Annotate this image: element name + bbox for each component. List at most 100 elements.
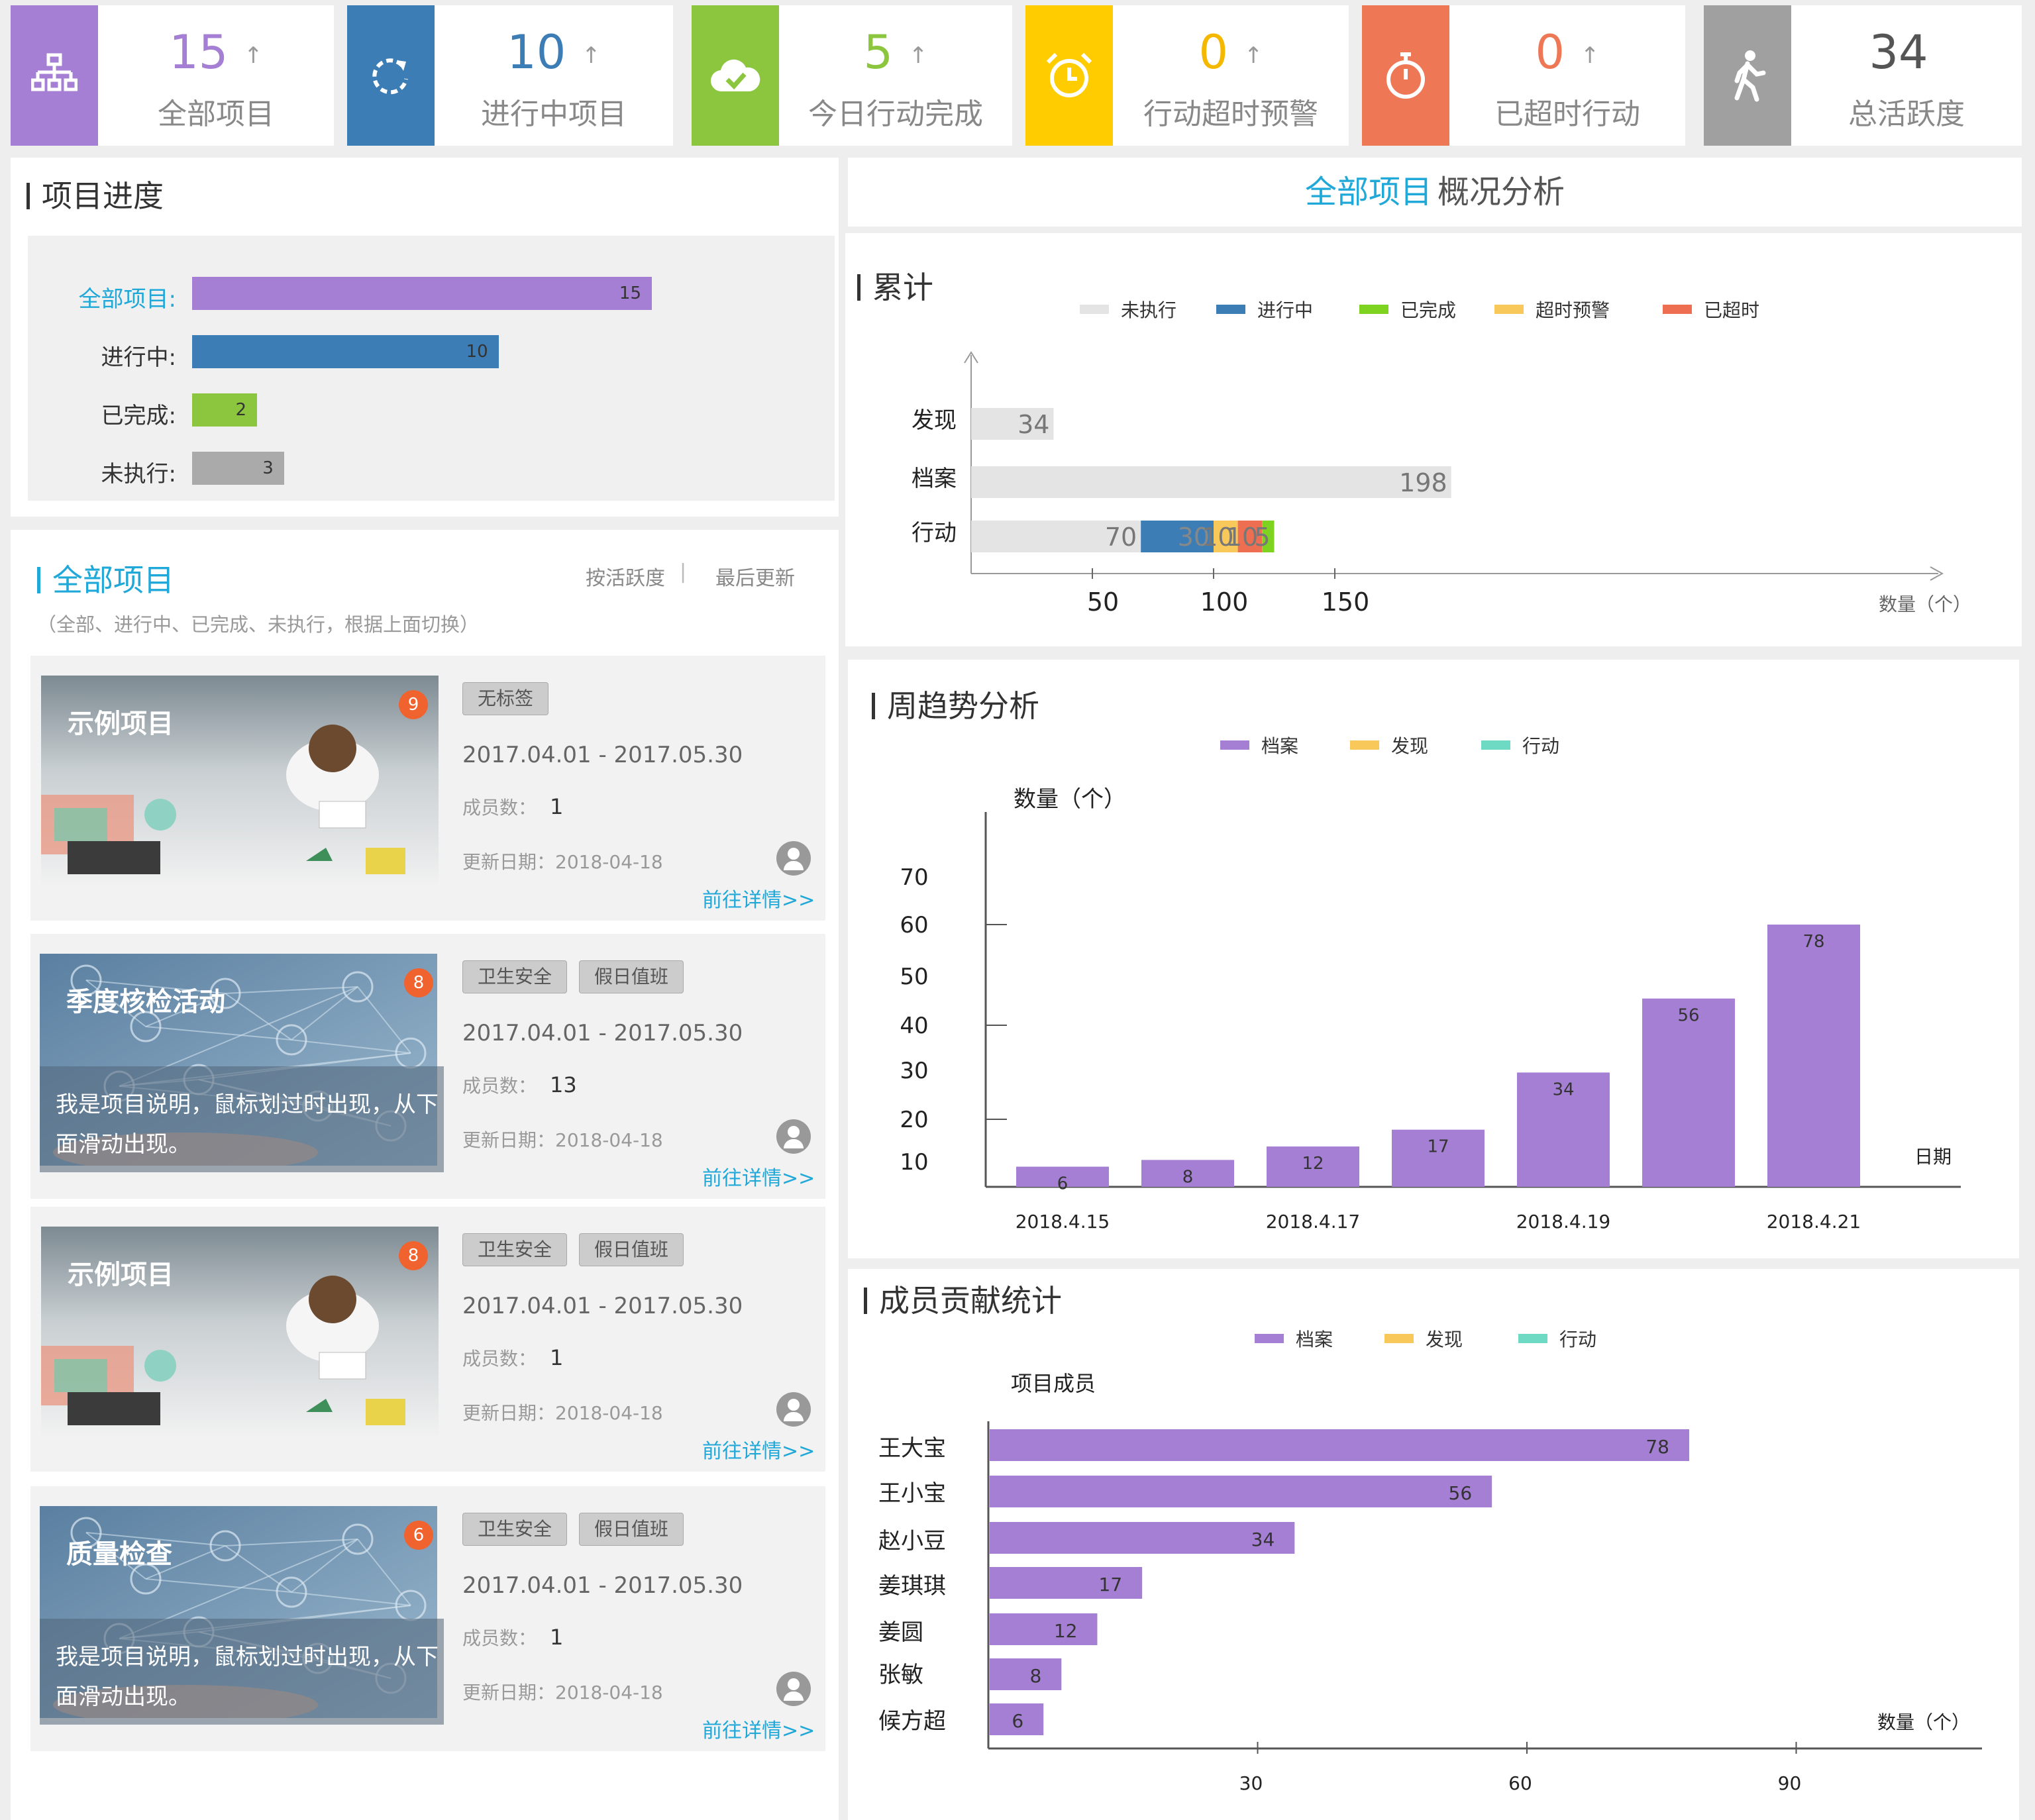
stat-number: 10 [507, 25, 566, 79]
bar-value-label: 17 [1427, 1137, 1449, 1157]
projects-subtitle: （全部、进行中、已完成、未执行，根据上面切换） [37, 613, 480, 636]
up-arrow-icon: ↑ [582, 42, 601, 69]
update-date: 更新日期：2018-04-18 [462, 1126, 663, 1152]
project-tag[interactable]: 假日值班 [579, 1233, 684, 1266]
bar-value-label: 12 [1302, 1154, 1324, 1174]
legend-swatch [1359, 305, 1388, 314]
bar-value-label: 6 [1012, 1710, 1023, 1732]
member-count-label: 成员数： [462, 797, 537, 819]
project-title: 季度核检活动 [66, 987, 225, 1017]
project-detail-link[interactable]: 前往详情>> [702, 1435, 815, 1464]
x-tick-label: 150 [1322, 587, 1370, 617]
bar-value-label: 198 [1399, 468, 1447, 497]
legend-swatch [1481, 740, 1510, 750]
member-count-label: 成员数： [462, 1348, 537, 1370]
weekly-panel: 周趋势分析 档案 发现 行动 数量（个） 日期 10 20 30 40 50 60 70 6 8 12 17 3… [848, 660, 2019, 1258]
project-card[interactable]: 示例项目 9 无标签 2017.04.01 - 2017.05.30 成员数： 1 更新日期… [30, 656, 825, 921]
stat-card-5[interactable]: 34 总活跃度 [1704, 5, 2022, 146]
stat-value: 5 ↑ [779, 25, 1012, 79]
y-tick-label: 40 [900, 1013, 928, 1039]
avatar[interactable] [776, 841, 811, 876]
legend-label: 发现 [1391, 735, 1428, 757]
stat-card-1[interactable]: 10 ↑ 进行中项目 [347, 5, 673, 146]
update-date-label: 更新日期： [462, 851, 556, 873]
avatar[interactable] [776, 1392, 811, 1427]
legend-label: 档案 [1261, 735, 1298, 757]
update-date: 更新日期：2018-04-18 [462, 1399, 663, 1425]
project-thumbnail[interactable]: 质量检查 6 我是项目说明，鼠标划过时出现，从下面滑动出现。 [40, 1506, 444, 1725]
stat-value: 0 ↑ [1449, 25, 1685, 79]
legend-label: 未执行 [1121, 299, 1176, 321]
project-title: 示例项目 [68, 1260, 174, 1290]
project-tag[interactable]: 卫生安全 [462, 1513, 568, 1546]
project-title: 示例项目 [68, 709, 174, 739]
stat-card-4[interactable]: 0 ↑ 已超时行动 [1362, 5, 1685, 146]
up-arrow-icon: ↑ [1581, 42, 1600, 69]
category-label: 行动 [912, 520, 957, 546]
update-date-value: 2018-04-18 [555, 1129, 663, 1151]
bar-value-label: 78 [1802, 932, 1824, 952]
overview-header: 全部项目 概况分析 [848, 158, 2022, 227]
overview-title-highlight: 全部项目 [1304, 174, 1432, 211]
project-thumbnail[interactable]: 示例项目 8 [41, 1227, 439, 1439]
bar [990, 1476, 1492, 1507]
legend-swatch [1518, 1334, 1547, 1343]
legend-swatch [1255, 1334, 1284, 1343]
progress-label: 全部项目: [78, 286, 176, 313]
legend-label: 超时预警 [1536, 299, 1610, 321]
update-date-label: 更新日期： [462, 1402, 556, 1424]
update-date-value: 2018-04-18 [555, 1402, 663, 1424]
x-tick-label: 90 [1778, 1772, 1802, 1794]
legend-swatch [1350, 740, 1379, 750]
bar-value-label: 10 [1226, 523, 1258, 552]
stat-card-0[interactable]: 15 ↑ 全部项目 [11, 5, 334, 146]
stat-number: 15 [169, 25, 229, 79]
project-detail-link[interactable]: 前往详情>> [702, 1714, 815, 1743]
stat-value: 34 [1791, 25, 2022, 79]
bar [990, 1522, 1295, 1554]
sort-divider: | [680, 560, 687, 583]
project-tag[interactable]: 假日值班 [579, 960, 684, 993]
bar-value-label: 8 [1029, 1665, 1041, 1687]
notification-badge: 8 [399, 1241, 428, 1270]
cumulative-panel: 累计 未执行 进行中 已完成 超时预警 已超时 50 100 150 数量（个） 发现 34 档案 19… [845, 233, 2022, 646]
project-detail-link[interactable]: 前往详情>> [702, 1162, 815, 1191]
y-tick-label: 50 [900, 964, 928, 990]
sort-by-latest-link[interactable]: 最后更新 [715, 562, 795, 591]
project-card[interactable]: 示例项目 8 卫生安全 假日值班 2017.04.01 - 2017.05.30 成员数：… [30, 1207, 825, 1472]
legend-label: 行动 [1522, 735, 1559, 757]
project-card[interactable]: 质量检查 6 我是项目说明，鼠标划过时出现，从下面滑动出现。 卫生安全 假日值班 2017… [30, 1486, 825, 1751]
x-axis-label: 日期 [1914, 1146, 1952, 1168]
bar-value-label: 56 [1449, 1482, 1473, 1504]
sort-by-activity-link[interactable]: 按活跃度 [586, 562, 665, 591]
project-tag[interactable]: 假日值班 [579, 1513, 684, 1546]
project-tag[interactable]: 卫生安全 [462, 1233, 568, 1266]
project-title: 质量检查 [66, 1539, 172, 1570]
bar-value-label: 78 [1645, 1436, 1669, 1458]
alarm-clock-icon [1025, 5, 1113, 146]
member-count-value: 13 [550, 1072, 577, 1097]
update-date: 更新日期：2018-04-18 [462, 1678, 663, 1705]
project-detail-link[interactable]: 前往详情>> [702, 884, 815, 913]
avatar[interactable] [776, 1672, 811, 1706]
project-tag[interactable]: 卫生安全 [462, 960, 568, 993]
avatar[interactable] [776, 1119, 811, 1154]
category-label: 档案 [912, 466, 957, 492]
member-name: 张敏 [878, 1662, 923, 1688]
project-thumbnail[interactable]: 示例项目 9 [41, 676, 439, 887]
legend-swatch [1663, 305, 1692, 314]
x-tick-label: 2018.4.17 [1266, 1211, 1361, 1233]
x-axis-label: 数量（个） [1879, 593, 1971, 615]
stat-card-3[interactable]: 0 ↑ 行动超时预警 [1025, 5, 1349, 146]
stat-card-2[interactable]: 5 ↑ 今日行动完成 [692, 5, 1012, 146]
legend-label: 发现 [1426, 1329, 1463, 1350]
bar-value-label: 12 [1054, 1620, 1078, 1642]
y-tick-label: 60 [900, 912, 928, 938]
project-thumbnail[interactable]: 季度核检活动 8 我是项目说明，鼠标划过时出现，从下面滑动出现。 [40, 954, 444, 1172]
update-date-value: 2018-04-18 [555, 851, 663, 873]
bar [990, 1429, 1689, 1461]
member-count-value: 1 [550, 1625, 564, 1650]
project-card[interactable]: 季度核检活动 8 我是项目说明，鼠标划过时出现，从下面滑动出现。 卫生安全 假日值班 20… [30, 934, 825, 1199]
stat-value: 15 ↑ [98, 25, 334, 79]
project-tag[interactable]: 无标签 [462, 682, 549, 715]
